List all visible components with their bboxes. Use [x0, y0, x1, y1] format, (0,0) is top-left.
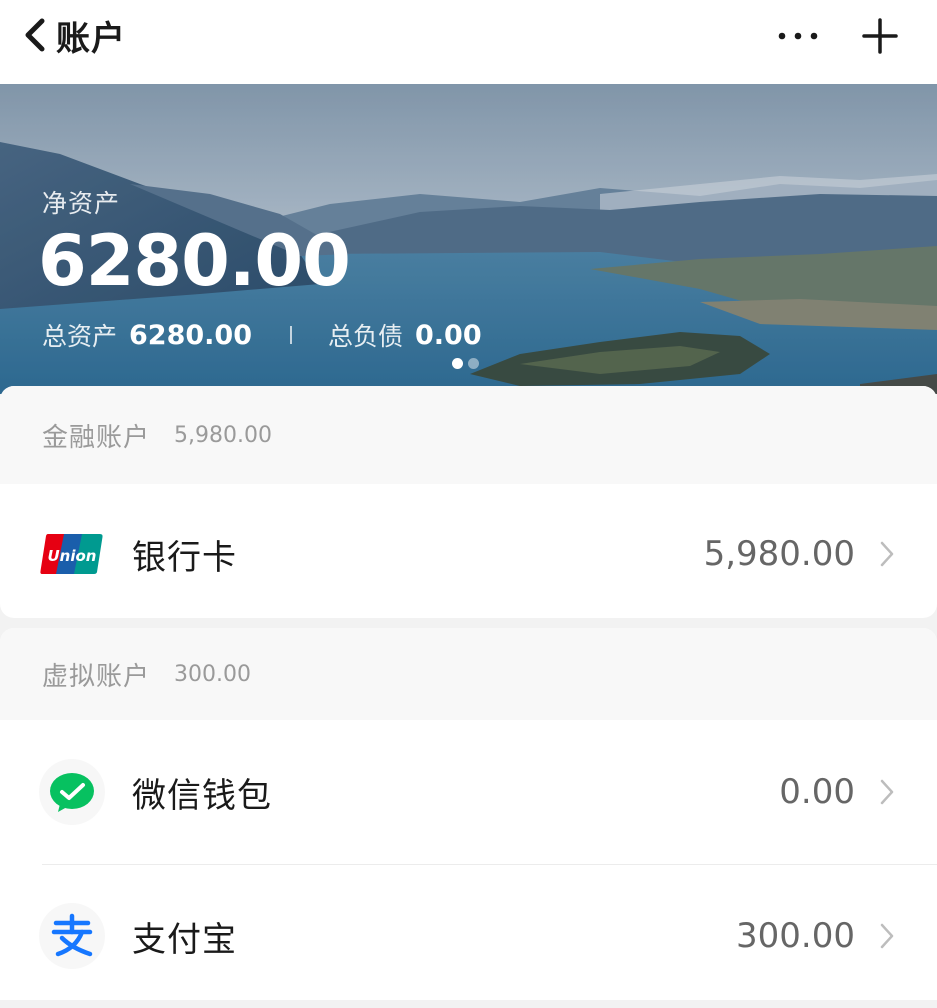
- account-amount: 5,980.00: [703, 534, 855, 574]
- wechat-pay-icon: [38, 758, 106, 826]
- section-header: 金融账户 5,980.00: [0, 386, 937, 484]
- account-amount: 300.00: [736, 916, 855, 956]
- total-liabilities-label: 总负债: [328, 322, 404, 351]
- carousel-dot[interactable]: [468, 358, 479, 369]
- account-amount: 0.00: [779, 772, 855, 812]
- account-name: 微信钱包: [132, 775, 272, 816]
- top-navigation-bar: 账户: [0, 0, 937, 84]
- asset-summary: 总资产 6280.00 总负债 0.00: [42, 317, 482, 353]
- account-name: 银行卡: [132, 537, 237, 578]
- carousel-dot-active[interactable]: [452, 358, 463, 369]
- section-total: 300.00: [174, 661, 251, 687]
- account-row-wechat-wallet[interactable]: 微信钱包 0.00: [0, 720, 937, 864]
- plus-icon: [862, 18, 898, 54]
- virtual-accounts-section: 虚拟账户 300.00 微信钱包 0.00 支付宝 300.00: [0, 628, 937, 1000]
- add-account-button[interactable]: [856, 12, 904, 60]
- back-button[interactable]: 账户: [22, 10, 126, 60]
- net-assets-banner[interactable]: 净资产 6280.00 总资产 6280.00 总负债 0.00: [0, 84, 937, 394]
- page-title: 账户: [56, 18, 126, 59]
- total-assets-label: 总资产: [42, 322, 118, 351]
- chevron-left-icon: [25, 18, 45, 52]
- section-title: 金融账户: [42, 422, 151, 453]
- section-total: 5,980.00: [174, 422, 272, 448]
- account-name: 支付宝: [132, 919, 237, 960]
- more-dots-icon: [778, 32, 818, 40]
- net-assets-label: 净资产: [42, 189, 121, 218]
- account-row-alipay[interactable]: 支付宝 300.00: [0, 864, 937, 1008]
- carousel-indicator: [452, 358, 479, 369]
- section-title: 虚拟账户: [42, 661, 151, 692]
- svg-text:Union: Union: [48, 547, 97, 565]
- total-liabilities-value: 0.00: [415, 319, 482, 351]
- chevron-right-icon: [880, 779, 894, 805]
- unionpay-icon: Union: [38, 520, 106, 588]
- summary-divider: [290, 326, 292, 344]
- section-header: 虚拟账户 300.00: [0, 628, 937, 720]
- account-row-bank-card[interactable]: Union 银行卡 5,980.00: [0, 484, 937, 624]
- total-assets-value: 6280.00: [129, 319, 252, 351]
- financial-accounts-section: 金融账户 5,980.00 Union 银行卡 5,980.00: [0, 386, 937, 618]
- chevron-right-icon: [880, 541, 894, 567]
- chevron-right-icon: [880, 923, 894, 949]
- net-assets-value: 6280.00: [38, 220, 351, 302]
- alipay-icon: [38, 902, 106, 970]
- more-options-button[interactable]: [772, 16, 824, 56]
